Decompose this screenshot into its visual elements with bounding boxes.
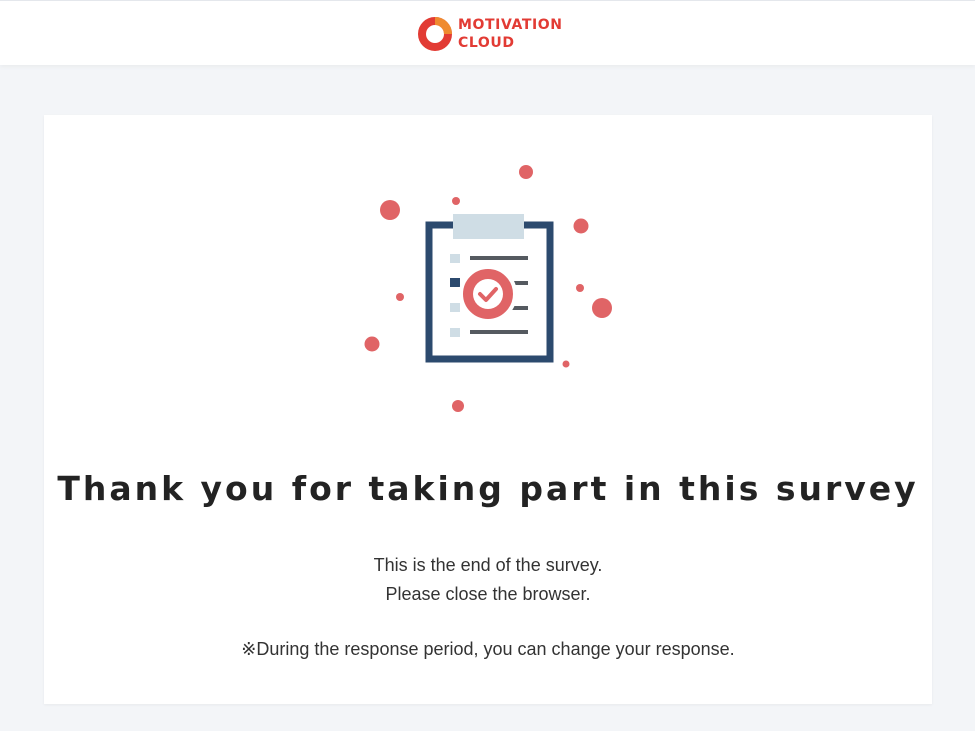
response-change-note: ※During the response period, you can cha…: [241, 639, 735, 659]
logo-text-line2: CLOUD: [458, 35, 515, 51]
logo-text-line1: MOTIVATION: [458, 17, 563, 33]
page-title: Thank you for taking part in this survey: [57, 469, 919, 508]
logo-text: MOTIVATION CLOUD: [458, 16, 563, 52]
motivation-cloud-ring-icon: [418, 17, 452, 51]
clipboard-check-icon: [364, 165, 612, 412]
top-bar: MOTIVATION CLOUD: [0, 0, 975, 65]
logo: MOTIVATION CLOUD: [417, 15, 563, 53]
end-message: This is the end of the survey.: [373, 555, 603, 575]
completion-card: Thank you for taking part in this survey…: [44, 115, 932, 704]
close-browser-message: Please close the browser.: [385, 584, 591, 604]
